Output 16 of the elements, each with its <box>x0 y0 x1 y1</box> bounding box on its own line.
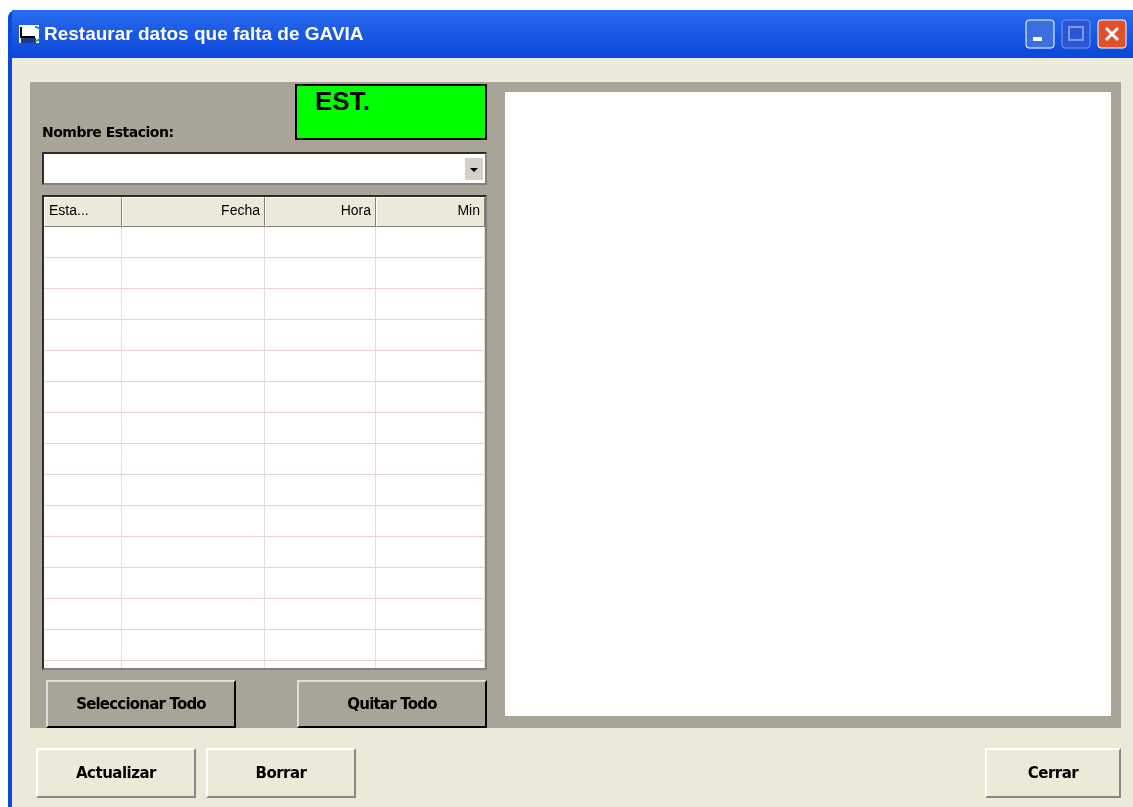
station-label: Nombre Estacion: <box>42 124 174 140</box>
delete-button[interactable]: Borrar <box>206 748 356 798</box>
station-combo[interactable] <box>42 151 487 186</box>
select-all-button[interactable]: Seleccionar Todo <box>46 680 236 728</box>
update-button[interactable]: Actualizar <box>36 748 196 798</box>
column-header[interactable]: Esta... <box>44 197 122 228</box>
app-icon <box>18 23 40 45</box>
close-button[interactable] <box>1097 19 1127 49</box>
column-header[interactable]: Min <box>376 197 485 228</box>
column-header[interactable]: Fecha <box>122 197 265 228</box>
column-header[interactable]: Hora <box>265 197 376 228</box>
minimize-button[interactable] <box>1025 19 1055 49</box>
window-title: Restaurar datos que falta de GAVIA <box>44 23 364 45</box>
close-dialog-button[interactable]: Cerrar <box>985 748 1121 798</box>
clear-all-button[interactable]: Quitar Todo <box>297 680 487 728</box>
station-badge: EST. <box>295 84 487 140</box>
